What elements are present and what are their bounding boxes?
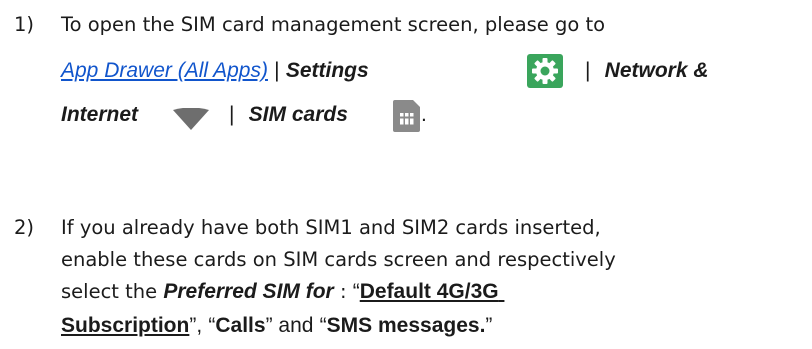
preferred-sim-label: Preferred SIM for: [163, 280, 334, 303]
step-1-line-3: Internet: [61, 101, 138, 128]
network-label: Network &: [604, 59, 709, 82]
step-2-line-4: Subscription”, “Calls” and “SMS messages…: [61, 312, 492, 339]
document: 1) To open the SIM card management scree…: [0, 0, 812, 349]
sim-cards-label: SIM cards: [248, 103, 348, 126]
step-1-intro: To open the SIM card management screen, …: [61, 13, 606, 36]
step-2-line-2: enable these cards on SIM cards screen a…: [61, 248, 616, 271]
step-2-line-1: If you already have both SIM1 and SIM2 c…: [61, 216, 601, 239]
sms-label: SMS messages.: [326, 314, 486, 337]
settings-label: Settings: [285, 59, 369, 82]
quote-close: ”,: [189, 314, 203, 337]
line-prefix: select the: [61, 280, 158, 303]
step-1-line-3-tail: | SIM cards: [229, 101, 348, 128]
period: .: [421, 103, 427, 126]
quote-close: ” and: [265, 314, 314, 337]
quote-close: ”: [485, 314, 493, 337]
internet-label: Internet: [61, 103, 139, 126]
subscription-label: Subscription: [61, 314, 190, 337]
default-subscription-underline: [499, 280, 505, 303]
separator: |: [229, 103, 235, 126]
colon: :: [339, 280, 347, 303]
calls-label: Calls: [215, 314, 266, 337]
default-subscription-label: Default 4G/3G: [359, 280, 499, 303]
step-number: 2): [14, 216, 35, 239]
step-1-line-2-tail: | Network &: [585, 57, 709, 84]
app-drawer-link[interactable]: App Drawer (All Apps): [61, 59, 268, 82]
wifi-icon: [173, 107, 209, 130]
step-number: 1): [14, 13, 35, 36]
quote-open: “: [352, 280, 360, 303]
quote-open: “: [319, 314, 327, 337]
sim-card-icon: [393, 100, 420, 132]
step-2-line-3: select the Preferred SIM for : “Default …: [61, 278, 504, 305]
gear-icon: [527, 54, 563, 88]
step-1-line-2: App Drawer (All Apps) | Settings: [61, 57, 369, 84]
separator: |: [585, 59, 591, 82]
separator: |: [274, 59, 280, 82]
